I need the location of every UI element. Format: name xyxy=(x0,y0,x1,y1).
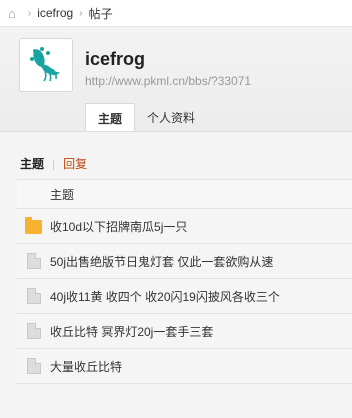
topic-title[interactable]: 40j收11黄 收四个 收20闪19闪披风各收三个 xyxy=(50,288,280,305)
avatar[interactable] xyxy=(19,38,73,92)
document-icon xyxy=(26,323,41,339)
tab-topics[interactable]: 主题 xyxy=(85,103,136,132)
document-icon xyxy=(26,288,41,304)
subtabs: 主题 | 回复 xyxy=(20,155,87,172)
table-row[interactable]: 50j出售绝版节日鬼灯套 仅此一套欲购从速 xyxy=(17,244,352,279)
topic-title[interactable]: 大量收丘比特 xyxy=(50,358,122,375)
folder-icon xyxy=(25,217,42,234)
document-icon xyxy=(26,358,41,374)
table-row[interactable]: 收10d以下招牌南瓜5j一只 xyxy=(17,209,352,244)
tab-profile-info[interactable]: 个人资料 xyxy=(135,103,207,132)
document-icon xyxy=(26,253,41,269)
topics-table: 主题 收10d以下招牌南瓜5j一只 50j出售绝版节日鬼灯套 仅此一套欲购从速 … xyxy=(17,179,352,384)
table-header: 主题 xyxy=(17,179,352,209)
breadcrumb-user[interactable]: icefrog xyxy=(37,6,73,20)
subtab-divider: | xyxy=(52,156,56,171)
column-header-topic: 主题 xyxy=(50,187,75,202)
subtab-replies[interactable]: 回复 xyxy=(63,155,87,172)
table-row[interactable]: 大量收丘比特 xyxy=(17,349,352,384)
topic-title[interactable]: 收10d以下招牌南瓜5j一只 xyxy=(50,218,187,235)
profile-tabs: 主题 个人资料 xyxy=(85,103,207,132)
table-row[interactable]: 40j收11黄 收四个 收20闪19闪披风各收三个 xyxy=(17,279,352,314)
profile-url[interactable]: http://www.pkml.cn/bbs/?33071 xyxy=(85,74,251,88)
home-icon[interactable]: ⌂ xyxy=(8,6,16,21)
chevron-right-icon: › xyxy=(79,7,83,19)
content-panel: 主题 | 回复 主题 收10d以下招牌南瓜5j一只 50j出售绝版节日鬼灯套 仅… xyxy=(0,131,352,418)
hand-logo-icon xyxy=(30,47,60,82)
topic-title[interactable]: 50j出售绝版节日鬼灯套 仅此一套欲购从速 xyxy=(50,253,273,270)
table-row[interactable]: 收丘比特 冥界灯20j一套手三套 xyxy=(17,314,352,349)
topic-title[interactable]: 收丘比特 冥界灯20j一套手三套 xyxy=(50,323,213,340)
profile-header: icefrog http://www.pkml.cn/bbs/?33071 主题… xyxy=(0,26,352,132)
breadcrumb-posts[interactable]: 帖子 xyxy=(89,5,113,22)
breadcrumb: ⌂ › icefrog › 帖子 xyxy=(0,0,352,26)
username[interactable]: icefrog xyxy=(85,49,145,70)
subtab-topics[interactable]: 主题 xyxy=(20,155,44,172)
chevron-right-icon: › xyxy=(27,7,32,19)
